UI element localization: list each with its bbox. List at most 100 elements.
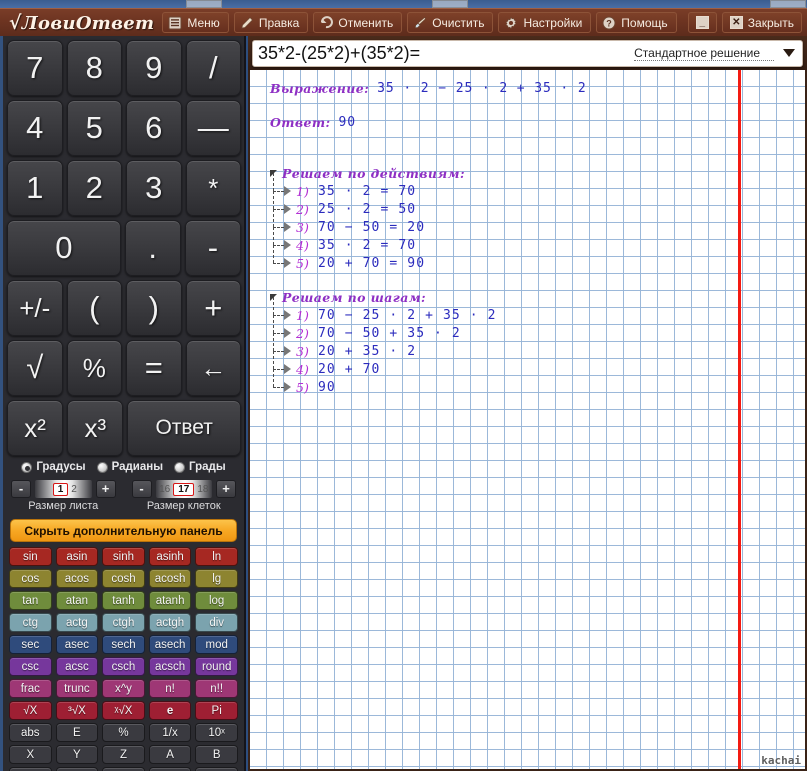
fn-var-c[interactable]: C bbox=[148, 767, 192, 771]
menu-button[interactable]: Меню bbox=[162, 12, 229, 33]
key-6[interactable]: 6 bbox=[126, 100, 182, 156]
fn-help[interactable]: Помощь bbox=[195, 767, 238, 771]
sheet-size-increment[interactable]: + bbox=[95, 480, 116, 498]
formula-input-box[interactable]: 35*2-(25*2)+(35*2)= Стандартное решение bbox=[252, 39, 803, 67]
fn-var-z[interactable]: Z bbox=[102, 745, 145, 764]
fn-acsch[interactable]: acsch bbox=[148, 657, 192, 676]
fn-cosh[interactable]: cosh bbox=[102, 569, 145, 588]
fn-asin[interactable]: asin bbox=[55, 547, 99, 566]
key-divide[interactable]: / bbox=[185, 40, 241, 96]
key-1[interactable]: 1 bbox=[7, 160, 63, 216]
cell-size-track[interactable]: 16 17 18 bbox=[155, 480, 212, 498]
key-7[interactable]: 7 bbox=[7, 40, 63, 96]
chevron-down-icon[interactable] bbox=[783, 49, 795, 57]
key-paren-close[interactable]: ) bbox=[126, 280, 182, 336]
fn-reciprocal[interactable]: 1/x bbox=[148, 723, 192, 742]
key-backspace[interactable]: ← bbox=[185, 340, 241, 396]
key-x-cubed[interactable]: x³ bbox=[67, 400, 124, 456]
fn-var-y[interactable]: Y bbox=[55, 745, 99, 764]
key-8[interactable]: 8 bbox=[66, 40, 122, 96]
fn-sec[interactable]: sec bbox=[9, 635, 52, 654]
fn-abs[interactable]: abs bbox=[9, 723, 52, 742]
radio-degrees[interactable]: Градусы bbox=[21, 461, 86, 473]
fn-sin[interactable]: sin bbox=[9, 547, 52, 566]
key-2[interactable]: 2 bbox=[66, 160, 122, 216]
clear-button[interactable]: Очистить bbox=[407, 12, 494, 33]
radio-grads[interactable]: Грады bbox=[174, 461, 226, 473]
fn-percent[interactable]: % bbox=[102, 723, 145, 742]
fn-div[interactable]: div bbox=[195, 613, 238, 632]
fn-asec[interactable]: asec bbox=[55, 635, 99, 654]
key-equals[interactable]: = bbox=[126, 340, 182, 396]
sheet-size-track[interactable]: 1 2 bbox=[35, 480, 92, 498]
sheet-size-decrement[interactable]: - bbox=[11, 480, 31, 498]
fn-ctgh[interactable]: ctgh bbox=[102, 613, 145, 632]
radio-radians[interactable]: Радианы bbox=[96, 461, 163, 473]
fn-asech[interactable]: asech bbox=[148, 635, 192, 654]
fn-ten-pow-x[interactable]: 10ˣ bbox=[195, 723, 238, 742]
key-minus[interactable]: - bbox=[184, 220, 241, 276]
key-x-squared[interactable]: x² bbox=[7, 400, 64, 456]
fn-var-d[interactable]: D bbox=[9, 767, 52, 771]
fn-sqrt-x[interactable]: √X bbox=[9, 701, 52, 720]
key-plus[interactable]: + bbox=[185, 280, 241, 336]
fn-nth-root-x[interactable]: ᵡ√X bbox=[102, 701, 145, 720]
cell-size-decrement[interactable]: - bbox=[131, 480, 152, 498]
minimize-button[interactable]: _ bbox=[687, 12, 717, 33]
fn-var-b[interactable]: B bbox=[195, 745, 238, 764]
settings-button[interactable]: Настройки bbox=[498, 12, 592, 33]
close-button[interactable]: ✕ Закрыть bbox=[721, 12, 802, 33]
fn-double-factorial[interactable]: n!! bbox=[195, 679, 238, 698]
help-button[interactable]: ? Помощь bbox=[596, 12, 677, 33]
fn-actg[interactable]: actg bbox=[55, 613, 99, 632]
fn-var-a[interactable]: A bbox=[148, 745, 192, 764]
fn-csch[interactable]: csch bbox=[102, 657, 145, 676]
fn-tanh[interactable]: tanh bbox=[102, 591, 145, 610]
fn-frac[interactable]: frac bbox=[9, 679, 52, 698]
key-minus-long[interactable]: — bbox=[185, 100, 241, 156]
key-answer[interactable]: Ответ bbox=[127, 400, 241, 456]
fn-sinh[interactable]: sinh bbox=[102, 547, 145, 566]
fn-pi[interactable]: Pi bbox=[195, 701, 238, 720]
fn-ln[interactable]: ln bbox=[195, 547, 238, 566]
fn-e[interactable]: e bbox=[148, 701, 192, 720]
fn-var-i[interactable]: i bbox=[55, 767, 99, 771]
cell-size-increment[interactable]: + bbox=[216, 480, 236, 498]
section-header-actions[interactable]: Решаем по действиям: bbox=[270, 165, 805, 182]
edit-button[interactable]: Правка bbox=[233, 12, 309, 33]
fn-E[interactable]: E bbox=[55, 723, 99, 742]
key-5[interactable]: 5 bbox=[66, 100, 122, 156]
key-4[interactable]: 4 bbox=[7, 100, 63, 156]
fn-lg[interactable]: lg bbox=[195, 569, 238, 588]
fn-acosh[interactable]: acosh bbox=[148, 569, 192, 588]
key-decimal-point[interactable]: . bbox=[124, 220, 181, 276]
key-multiply[interactable]: * bbox=[185, 160, 241, 216]
key-paren-open[interactable]: ( bbox=[66, 280, 122, 336]
fn-mod[interactable]: mod bbox=[195, 635, 238, 654]
fn-csc[interactable]: csc bbox=[9, 657, 52, 676]
key-sqrt[interactable]: √ bbox=[7, 340, 63, 396]
key-9[interactable]: 9 bbox=[126, 40, 182, 96]
fn-atan[interactable]: atan bbox=[55, 591, 99, 610]
key-3[interactable]: 3 bbox=[126, 160, 182, 216]
fn-acsc[interactable]: acsc bbox=[55, 657, 99, 676]
key-percent[interactable]: % bbox=[66, 340, 122, 396]
fn-x-pow-y[interactable]: x^y bbox=[102, 679, 145, 698]
fn-asinh[interactable]: asinh bbox=[148, 547, 192, 566]
fn-atanh[interactable]: atanh bbox=[148, 591, 192, 610]
fn-actgh[interactable]: actgh bbox=[148, 613, 192, 632]
solution-mode-select[interactable]: Стандартное решение bbox=[634, 46, 774, 61]
fn-acos[interactable]: acos bbox=[55, 569, 99, 588]
key-plus-minus[interactable]: +/- bbox=[7, 280, 63, 336]
expression-input[interactable]: 35*2-(25*2)+(35*2)= bbox=[258, 43, 634, 64]
fn-cos[interactable]: cos bbox=[9, 569, 52, 588]
fn-factorial[interactable]: n! bbox=[148, 679, 192, 698]
undo-button[interactable]: Отменить bbox=[313, 12, 403, 33]
fn-cbrt-x[interactable]: ³√X bbox=[55, 701, 99, 720]
fn-var-x[interactable]: X bbox=[9, 745, 52, 764]
fn-tan[interactable]: tan bbox=[9, 591, 52, 610]
hide-extra-panel-button[interactable]: Скрыть дополнительную панель bbox=[10, 519, 237, 542]
fn-trunc[interactable]: trunc bbox=[55, 679, 99, 698]
fn-log[interactable]: log bbox=[195, 591, 238, 610]
fn-ctg[interactable]: ctg bbox=[9, 613, 52, 632]
